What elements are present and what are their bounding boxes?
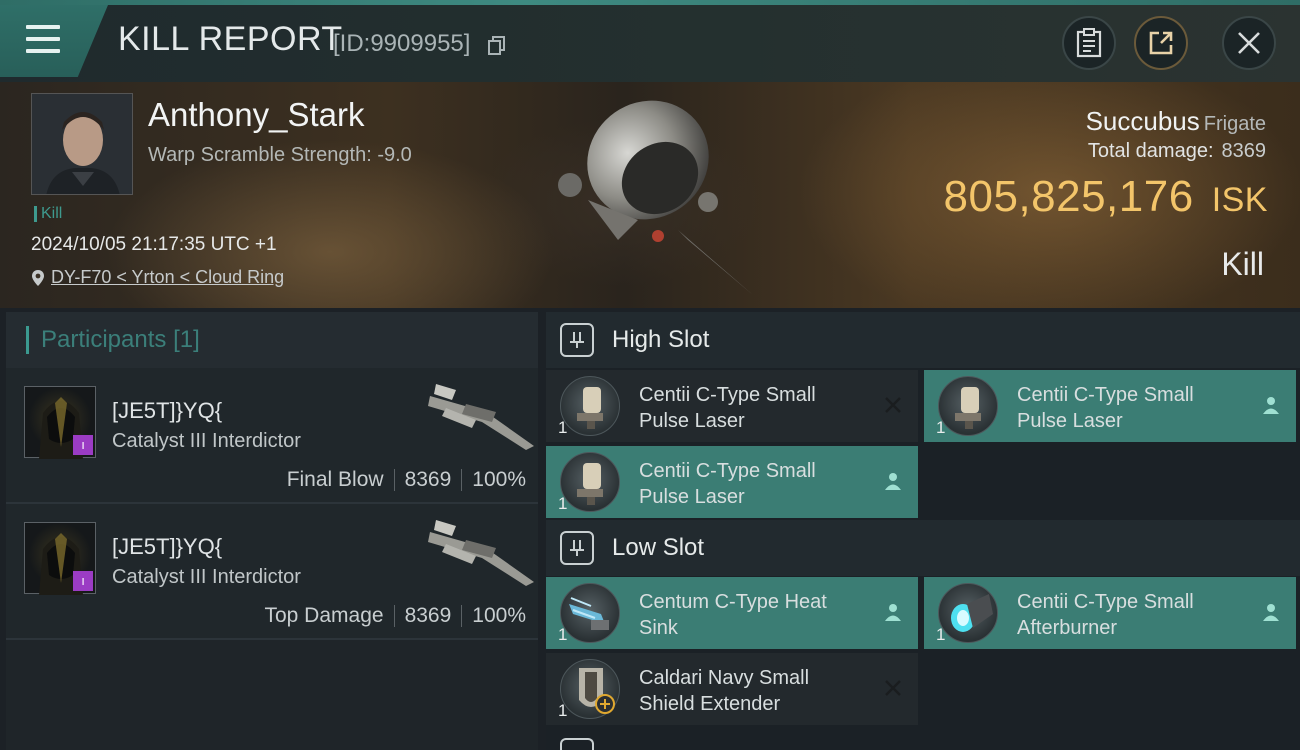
participants-panel: Participants [1] ı [JE5T]}YQ{ Catalyst I…: [6, 312, 538, 750]
share-icon: [1149, 31, 1173, 55]
x-icon: [885, 680, 901, 696]
menu-icon: [26, 25, 60, 61]
page-title: KILL REPORT: [118, 20, 343, 58]
victim-ship[interactable]: Succubus Frigate: [1086, 106, 1266, 137]
high-slot-header: High Slot: [546, 312, 1300, 368]
participant-percent: 100%: [472, 604, 526, 627]
share-button[interactable]: [1134, 16, 1188, 70]
high-slot-label: High Slot: [612, 326, 710, 353]
divider: [393, 469, 395, 491]
fitting-panel: High Slot 1 Centii C-Type Small Pulse La…: [546, 312, 1300, 750]
slot-icon: [560, 531, 594, 565]
top-bar: KILL REPORT [ID:9909955]: [0, 0, 1300, 82]
module-quantity: 1: [558, 494, 568, 513]
pulse-laser-icon: [560, 376, 620, 436]
module-quantity: 1: [558, 625, 568, 644]
x-icon: [885, 397, 901, 413]
pulse-laser-icon: [938, 376, 998, 436]
afterburner-icon: [938, 583, 998, 643]
participant-name[interactable]: [JE5T]}YQ{: [112, 398, 222, 424]
victim-banner: Anthony_Stark Warp Scramble Strength: -9…: [0, 82, 1300, 308]
clipboard-button[interactable]: [1062, 16, 1116, 70]
participant-percent: 100%: [472, 468, 526, 491]
low-slot-header: Low Slot: [546, 520, 1300, 576]
participant-stats: Final Blow 8369 100%: [287, 468, 526, 492]
victim-portrait[interactable]: [31, 93, 133, 195]
participant-ship-image: [428, 384, 534, 450]
pilot-icon: [1263, 604, 1279, 621]
module-name: Centum C-Type Heat Sink: [639, 591, 827, 639]
participant-ship: Catalyst III Interdictor: [112, 566, 301, 588]
participant-ship-image: [428, 520, 534, 586]
participant-damage: 8369: [404, 468, 452, 491]
participant-role: Final Blow: [286, 468, 384, 491]
close-button[interactable]: [1222, 16, 1276, 70]
isk-amount: 805,825,176: [943, 172, 1194, 221]
slot-icon: [560, 323, 594, 357]
kill-tag: Kill: [34, 206, 62, 222]
close-icon: [1238, 32, 1260, 54]
divider: [461, 605, 463, 627]
location-pin-icon: [32, 269, 44, 286]
total-damage-value: 8369: [1221, 140, 1267, 162]
kill-location[interactable]: DY-F70 < Yrton < Cloud Ring: [31, 267, 284, 288]
participant-role: Top Damage: [264, 604, 384, 627]
module-name: Centii C-Type Small Pulse Laser: [1017, 384, 1194, 432]
copy-icon[interactable]: [488, 36, 506, 56]
module-item[interactable]: 1 Centii C-Type Small Pulse Laser: [924, 370, 1296, 442]
module-quantity: 1: [936, 418, 946, 437]
pilot-icon: [885, 604, 901, 621]
participant-stats: Top Damage 8369 100%: [264, 604, 526, 628]
participant-damage: 8369: [404, 604, 452, 627]
module-name: Centii C-Type Small Pulse Laser: [639, 384, 816, 432]
module-quantity: 1: [558, 418, 568, 437]
divider: [461, 469, 463, 491]
participant-avatar[interactable]: ı: [24, 386, 96, 459]
module-name: Centii C-Type Small Pulse Laser: [639, 460, 816, 508]
module-item[interactable]: 1 Centii C-Type Small Pulse Laser: [546, 446, 918, 518]
faction-badge-icon: ı: [73, 435, 93, 455]
shield-extender-icon: [560, 659, 620, 719]
victim-ship-image: [558, 100, 753, 295]
divider: [393, 605, 395, 627]
participant-row[interactable]: ı [JE5T]}YQ{ Catalyst III Interdictor Fi…: [6, 368, 538, 504]
pilot-icon: [885, 473, 901, 490]
slot-icon: [560, 738, 594, 750]
isk-unit: ISK: [1211, 181, 1268, 219]
kill-datetime: 2024/10/05 21:17:35 UTC +1: [31, 234, 277, 255]
module-name: Caldari Navy Small Shield Extender: [639, 667, 810, 715]
warp-scramble-strength: Warp Scramble Strength: -9.0: [148, 144, 412, 166]
ship-class: Frigate: [1203, 113, 1266, 135]
module-item[interactable]: 1 Centum C-Type Heat Sink: [546, 577, 918, 649]
report-id: [ID:9909955]: [333, 30, 471, 57]
participant-row[interactable]: ı [JE5T]}YQ{ Catalyst III Interdictor To…: [6, 504, 538, 640]
pilot-icon: [1263, 397, 1279, 414]
total-damage-label: Total damage:: [1087, 140, 1214, 162]
clipboard-icon: [1076, 28, 1102, 58]
module-name: Centii C-Type Small Afterburner: [1017, 591, 1194, 639]
module-item[interactable]: 1 Caldari Navy Small Shield Extender: [546, 653, 918, 725]
victim-name[interactable]: Anthony_Stark: [148, 96, 364, 134]
participants-title: Participants: [41, 326, 167, 353]
pulse-laser-icon: [560, 452, 620, 512]
kill-result: Kill: [1221, 246, 1264, 282]
total-damage: Total damage: 8369: [1088, 140, 1266, 163]
participant-name[interactable]: [JE5T]}YQ{: [112, 534, 222, 560]
module-quantity: 1: [936, 625, 946, 644]
module-item[interactable]: 1 Centii C-Type Small Afterburner: [924, 577, 1296, 649]
pilot-portrait-icon: [32, 94, 132, 194]
module-quantity: 1: [558, 701, 568, 720]
menu-button[interactable]: [0, 5, 108, 77]
participants-count: [1]: [173, 326, 200, 353]
ship-name: Succubus: [1085, 106, 1200, 136]
participants-header: Participants [1]: [6, 312, 538, 368]
faction-badge-icon: ı: [73, 571, 93, 591]
participant-avatar[interactable]: ı: [24, 522, 96, 595]
heat-sink-icon: [560, 583, 620, 643]
module-item[interactable]: 1 Centii C-Type Small Pulse Laser: [546, 370, 918, 442]
participant-ship: Catalyst III Interdictor: [112, 430, 301, 452]
location-link[interactable]: DY-F70 < Yrton < Cloud Ring: [51, 267, 284, 288]
low-slot-label: Low Slot: [612, 534, 705, 561]
isk-value: 805,825,176 ISK: [944, 172, 1269, 222]
